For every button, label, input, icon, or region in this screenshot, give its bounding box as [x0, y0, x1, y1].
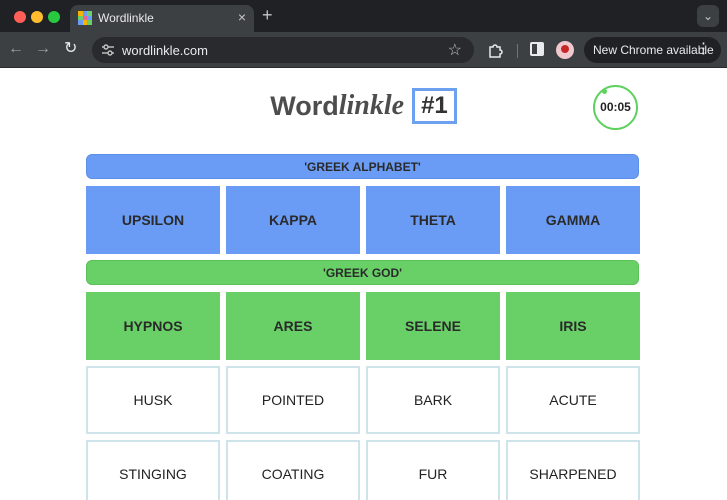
browser-toolbar: ← → ↻ wordlinkle.com ☆ New Chrome availa…	[0, 32, 727, 68]
word-tile[interactable]: BARK	[366, 366, 500, 434]
address-bar[interactable]: wordlinkle.com ☆	[92, 37, 474, 63]
title-italic: linkle	[338, 90, 405, 121]
side-panel-icon[interactable]	[530, 42, 544, 56]
site-settings-icon[interactable]	[101, 43, 115, 57]
puzzle-number: #1	[412, 88, 457, 124]
url-text[interactable]: wordlinkle.com	[122, 43, 208, 58]
solved-tile: IRIS	[506, 292, 640, 360]
timer: 00:05	[593, 85, 638, 130]
favicon-icon	[78, 11, 92, 25]
close-window-button[interactable]	[14, 11, 26, 23]
word-tile[interactable]: ACUTE	[506, 366, 640, 434]
game-page: Word linkle #1 00:05 'GREEK ALPHABET' UP…	[0, 68, 727, 500]
solved-tile: UPSILON	[86, 186, 220, 254]
close-tab-icon[interactable]: ×	[238, 9, 246, 25]
word-tile[interactable]: SHARPENED	[506, 440, 640, 500]
new-chrome-available-button[interactable]: New Chrome available ⋮	[584, 37, 721, 63]
timer-value: 00:05	[600, 100, 631, 114]
toolbar-divider	[517, 44, 518, 58]
word-tile[interactable]: COATING	[226, 440, 360, 500]
group-category-banner: 'GREEK GOD'	[86, 260, 639, 285]
new-tab-icon[interactable]: +	[262, 5, 273, 25]
bookmark-star-icon[interactable]: ☆	[448, 40, 462, 60]
word-tile[interactable]: FUR	[366, 440, 500, 500]
solved-tile: KAPPA	[226, 186, 360, 254]
browser-tab[interactable]: Wordlinkle ×	[70, 5, 254, 32]
forward-arrow-icon[interactable]: →	[35, 40, 51, 58]
solved-tile: GAMMA	[506, 186, 640, 254]
solved-tile: ARES	[226, 292, 360, 360]
browser-tab-bar: Wordlinkle × + ⌄	[0, 0, 727, 32]
word-tile[interactable]: HUSK	[86, 366, 220, 434]
tab-title: Wordlinkle	[98, 11, 154, 25]
tab-search-button[interactable]: ⌄	[697, 5, 719, 27]
profile-avatar-icon[interactable]	[556, 41, 574, 59]
minimize-window-button[interactable]	[31, 11, 43, 23]
solved-tile: THETA	[366, 186, 500, 254]
title-word: Word	[270, 90, 339, 121]
timer-progress-dot	[602, 89, 607, 94]
word-tile[interactable]: POINTED	[226, 366, 360, 434]
solved-tile: SELENE	[366, 292, 500, 360]
extensions-puzzle-icon[interactable]	[487, 41, 505, 59]
word-tile[interactable]: STINGING	[86, 440, 220, 500]
back-arrow-icon[interactable]: ←	[8, 40, 24, 58]
maximize-window-button[interactable]	[48, 11, 60, 23]
solved-tile: HYPNOS	[86, 292, 220, 360]
more-menu-icon[interactable]: ⋮	[696, 40, 711, 58]
group-category-banner: 'GREEK ALPHABET'	[86, 154, 639, 179]
reload-icon[interactable]: ↻	[64, 40, 77, 58]
